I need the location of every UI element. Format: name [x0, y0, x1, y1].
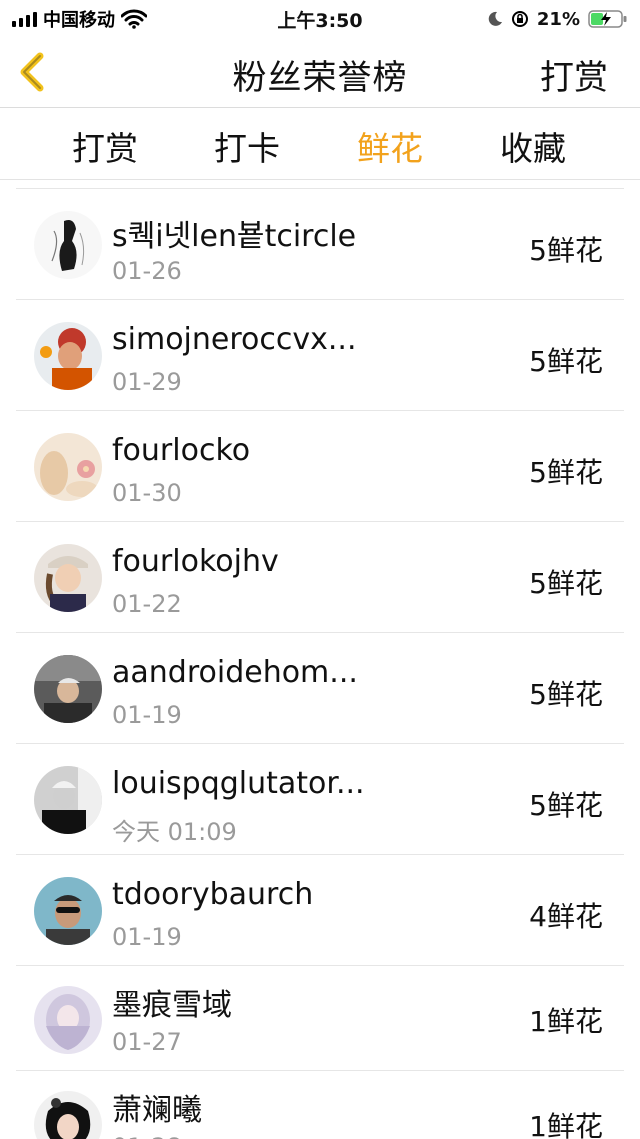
avatar — [34, 766, 102, 834]
fan-date: 01-27 — [112, 1028, 182, 1056]
avatar — [34, 211, 102, 279]
navigation-bar: 粉丝荣誉榜 打赏 — [0, 40, 640, 108]
status-bar: 中国移动 上午3:50 21% — [0, 0, 640, 40]
list-item[interactable]: 墨痕雪域 01-27 1鲜花 — [0, 966, 640, 1071]
fan-date: 今天 01:09 — [112, 818, 237, 846]
tab-favorites[interactable]: 收藏 — [500, 122, 566, 170]
avatar — [34, 655, 102, 723]
list-item[interactable]: fourlokojhv 01-22 5鲜花 — [0, 522, 640, 633]
fan-date: 01-19 — [112, 923, 182, 951]
fan-name: 萧斓曦 — [112, 1093, 202, 1128]
fan-date: 01-22 — [112, 590, 182, 618]
fan-name: simojneroccvx... — [112, 322, 357, 357]
battery-charging-icon — [588, 10, 627, 28]
list-item[interactable]: simojneroccvx... 01-29 5鲜花 — [0, 300, 640, 411]
flower-count: 1鲜花 — [529, 1005, 603, 1038]
avatar — [34, 1091, 102, 1139]
flower-count: 5鲜花 — [529, 456, 603, 489]
battery-percent: 21% — [536, 8, 580, 30]
list-item[interactable]: s퀙i넷len뵽tcircle 01-26 5鲜花 — [0, 189, 640, 300]
tab-checkin[interactable]: 打卡 — [214, 122, 280, 170]
list-item[interactable]: louispqglutator... 今天 01:09 5鲜花 — [0, 744, 640, 855]
avatar — [34, 322, 102, 390]
fan-name: fourlokojhv — [112, 544, 279, 579]
list-item[interactable]: 萧斓曦 01-28 1鲜花 — [0, 1071, 640, 1139]
fan-name: s퀙i넷len뵽tcircle — [112, 219, 357, 254]
fan-date: 01-29 — [112, 368, 182, 396]
flower-count: 5鲜花 — [529, 789, 603, 822]
rotation-lock-icon — [511, 11, 528, 27]
avatar — [34, 877, 102, 945]
flower-count: 1鲜花 — [529, 1110, 603, 1139]
flower-count: 5鲜花 — [529, 678, 603, 711]
fan-name: 墨痕雪域 — [112, 988, 232, 1023]
flower-count: 5鲜花 — [529, 345, 603, 378]
tab-reward[interactable]: 打赏 — [72, 122, 138, 170]
avatar — [34, 433, 102, 501]
avatar — [34, 986, 102, 1054]
fan-name: aandroidehom... — [112, 655, 358, 690]
fan-date: 01-28 — [112, 1133, 182, 1139]
tab-bar: 打赏 打卡 鲜花 收藏 — [0, 108, 640, 180]
list-item[interactable]: aandroidehom... 01-19 5鲜花 — [0, 633, 640, 744]
fan-name: tdoorybaurch — [112, 877, 314, 912]
flower-count: 4鲜花 — [529, 900, 603, 933]
reward-button[interactable]: 打赏 — [540, 50, 608, 99]
flower-count: 5鲜花 — [529, 567, 603, 600]
flower-count: 5鲜花 — [529, 234, 603, 267]
tab-flowers[interactable]: 鲜花 — [357, 122, 423, 170]
fan-name: fourlocko — [112, 433, 251, 468]
fan-date: 01-19 — [112, 701, 182, 729]
fan-name: louispqglutator... — [112, 766, 365, 801]
fan-date: 01-30 — [112, 479, 182, 507]
fan-date: 01-26 — [112, 257, 182, 285]
list-item[interactable]: tdoorybaurch 01-19 4鲜花 — [0, 855, 640, 966]
avatar — [34, 544, 102, 612]
list-item[interactable]: fourlocko 01-30 5鲜花 — [0, 411, 640, 522]
moon-icon — [488, 11, 502, 26]
